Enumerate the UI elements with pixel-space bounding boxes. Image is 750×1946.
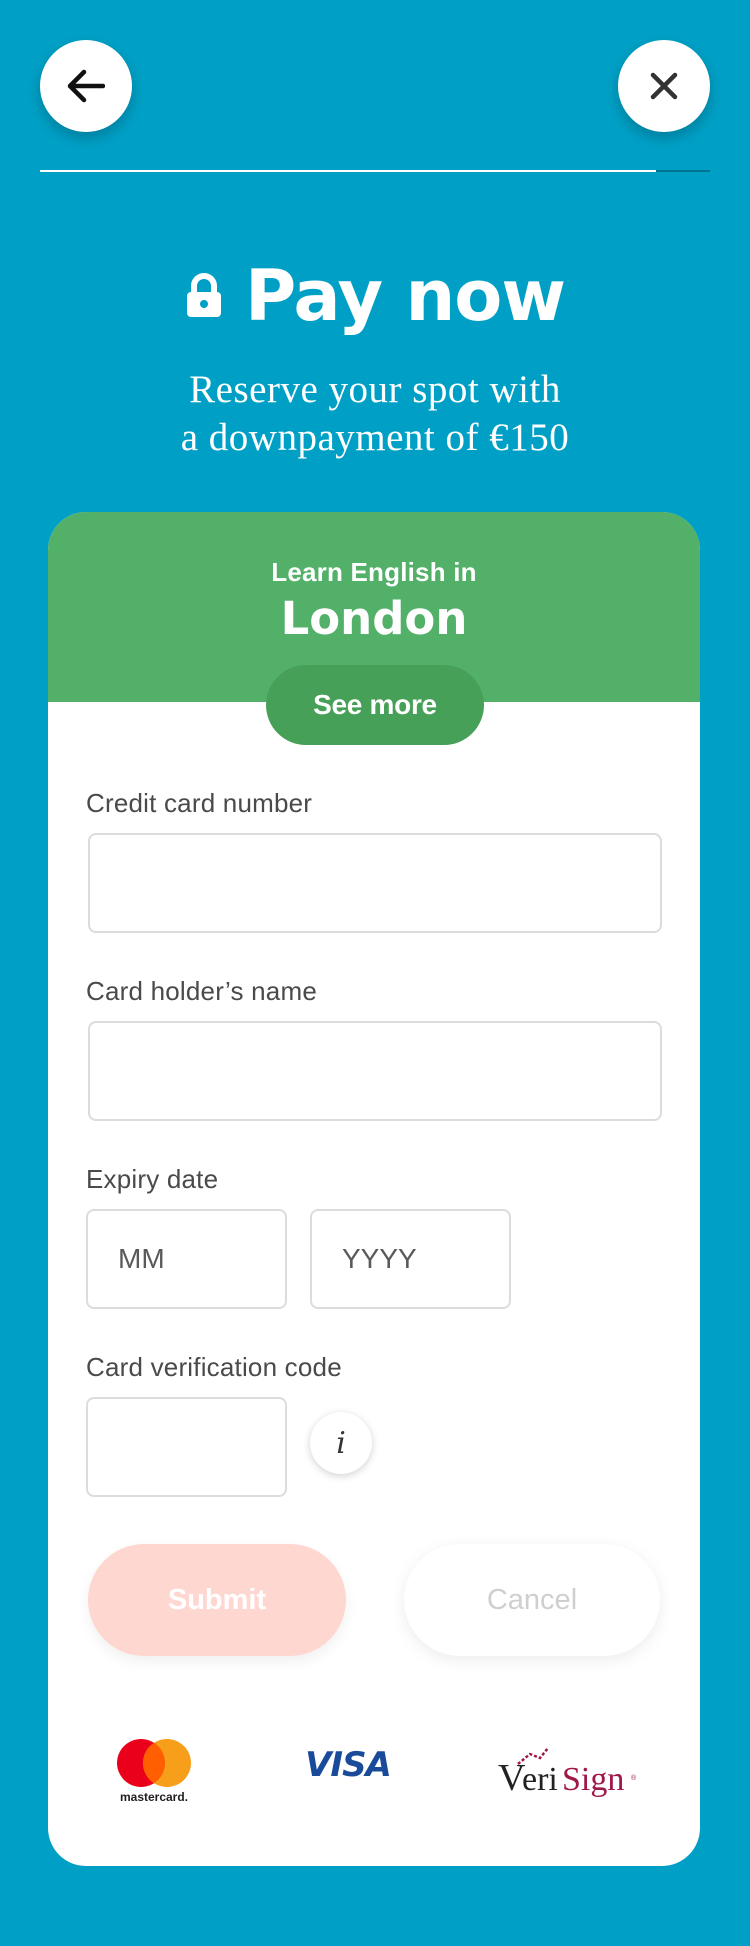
subtitle-line-2: a downpayment of €150 [180, 416, 570, 459]
back-button[interactable] [40, 40, 132, 132]
arrow-left-icon [67, 69, 105, 103]
card-number-label: Credit card number [86, 788, 313, 818]
holder-name-input[interactable] [88, 1021, 662, 1121]
expiry-year-input[interactable] [310, 1209, 511, 1309]
svg-text:Sign: Sign [562, 1761, 624, 1798]
expiry-month-input[interactable] [86, 1209, 287, 1309]
cvc-input[interactable] [86, 1397, 287, 1497]
close-icon [650, 72, 678, 100]
verisign-logo: V eri Sign ® [496, 1740, 640, 1802]
svg-text:eri: eri [522, 1761, 558, 1798]
progress-bar-fill [40, 170, 657, 172]
lock-icon [186, 273, 221, 317]
course-city: London [280, 592, 468, 645]
card-number-input[interactable] [88, 833, 662, 933]
info-icon[interactable]: i [310, 1412, 372, 1474]
expiry-date-label: Expiry date [86, 1164, 219, 1194]
subtitle-line-1: Reserve your spot with [189, 368, 561, 411]
visa-logo: VISA [298, 1744, 398, 1785]
course-intro: Learn English in [271, 557, 477, 587]
svg-text:VISA: VISA [305, 1745, 391, 1784]
submit-button[interactable]: Submit [88, 1544, 346, 1656]
cvc-label: Card verification code [86, 1352, 342, 1382]
holder-name-label: Card holder’s name [86, 976, 317, 1006]
see-more-button[interactable]: See more [266, 665, 484, 745]
payment-card: Learn English in London See more Credit … [48, 512, 700, 1866]
progress-bar [40, 170, 710, 172]
page-subtitle: Reserve your spot with a downpayment of … [0, 366, 750, 462]
title-row: Pay now [0, 252, 750, 340]
page-title: Pay now [244, 255, 566, 337]
mastercard-logo: mastercard. [111, 1738, 197, 1804]
svg-text:®: ® [631, 1774, 637, 1782]
cancel-button[interactable]: Cancel [404, 1544, 660, 1656]
svg-text:mastercard.: mastercard. [120, 1790, 188, 1804]
close-button[interactable] [618, 40, 710, 132]
